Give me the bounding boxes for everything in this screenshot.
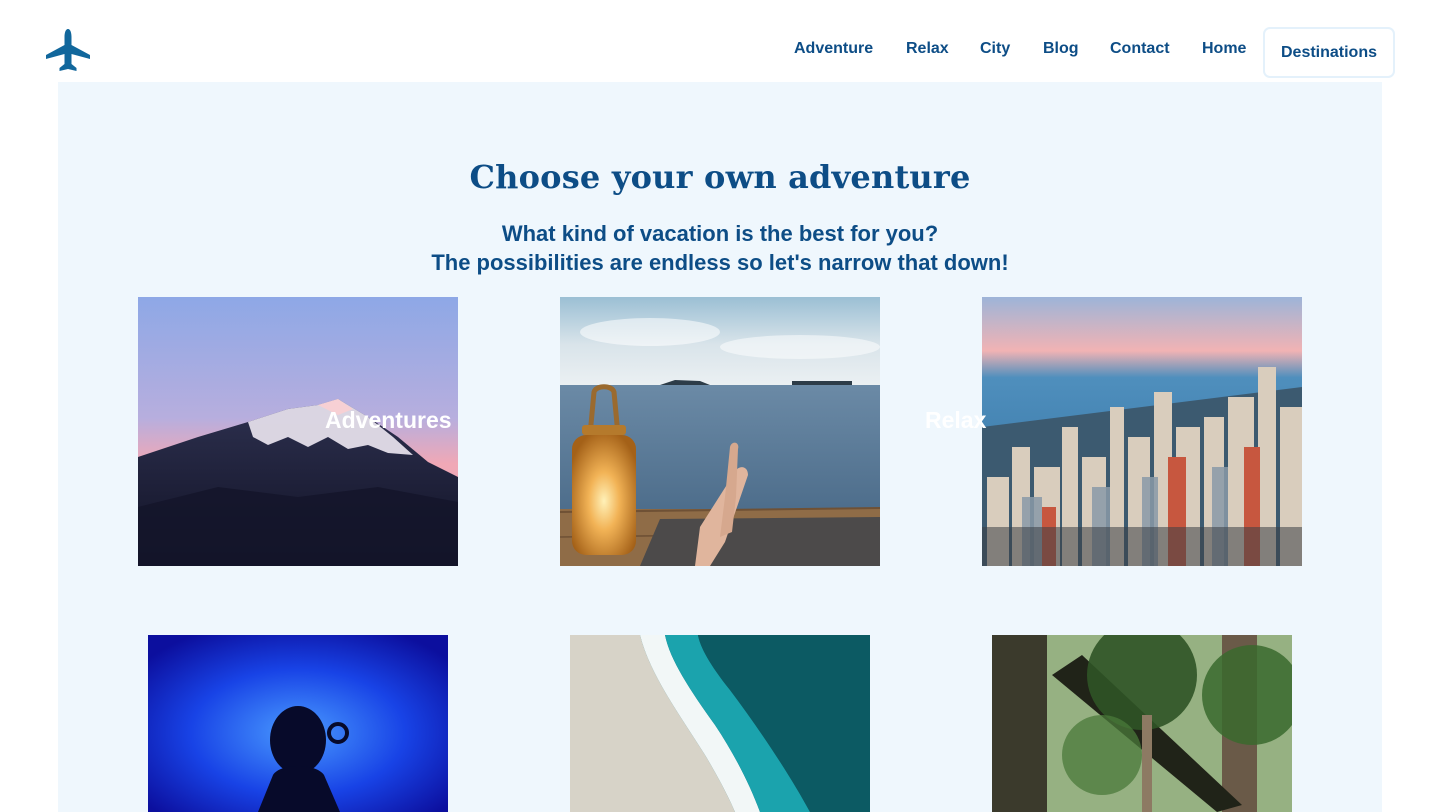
page: Adventure Relax City Blog Contact Home D… [0,0,1440,812]
nav-relax[interactable]: Relax [906,40,949,58]
forest-card-image[interactable] [992,635,1292,812]
adventures-label[interactable]: Adventures [325,407,452,434]
nav-blog[interactable]: Blog [1043,40,1079,58]
airplane-icon[interactable] [45,27,91,75]
city-skyline-photo [982,297,1302,566]
nav-adventure[interactable]: Adventure [794,40,873,58]
nav-contact[interactable]: Contact [1110,40,1170,58]
relax-card-image[interactable] [560,297,880,566]
page-title: Choose your own adventure [469,158,971,196]
scuba-diver-photo [148,635,448,812]
airplane-logo-svg [46,29,90,71]
relax-label[interactable]: Relax [925,407,986,434]
diving-card-image[interactable] [148,635,448,812]
subtitle-question: What kind of vacation is the best for yo… [501,221,939,246]
city-card-image[interactable] [982,297,1302,566]
beach-aerial-photo [570,635,870,812]
beach-card-image[interactable] [570,635,870,812]
nav-city[interactable]: City [980,40,1010,58]
subtitle-tagline: The possibilities are endless so let's n… [431,250,1009,275]
nav-home[interactable]: Home [1202,40,1246,58]
nav-destinations-button[interactable]: Destinations [1263,27,1395,78]
lake-dock-photo [560,297,880,566]
forest-photo [992,635,1292,812]
site-header: Adventure Relax City Blog Contact Home D… [0,0,1440,82]
